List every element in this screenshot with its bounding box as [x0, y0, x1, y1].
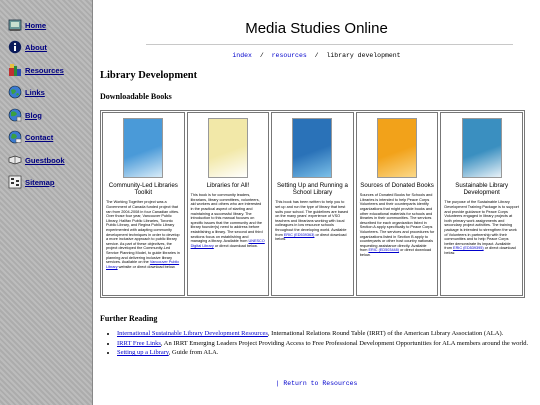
- book-cover-image[interactable]: [461, 118, 502, 178]
- book-cell: Setting Up and Running a School Library T…: [271, 112, 354, 296]
- sidebar-item-label: Guestbook: [25, 155, 65, 165]
- book-description-text: This book is for community leaders, libr…: [190, 193, 263, 244]
- book-source-link[interactable]: ERIC (ED539395): [453, 246, 484, 250]
- further-reading-link[interactable]: Setting up a Library: [117, 349, 169, 356]
- book-title: Setting Up and Running a School Library: [277, 182, 348, 197]
- book-title: Libraries for All!: [206, 182, 250, 189]
- sidebar-item-blog[interactable]: Blog: [8, 106, 42, 124]
- book-description-text: The purpose of the Sustainable Library D…: [444, 200, 519, 251]
- resources-icon: [8, 63, 22, 77]
- book-cover-image[interactable]: [377, 118, 418, 178]
- book-description: Sources of Donated Books for Schools and…: [360, 193, 435, 257]
- book-description: The Working Together project was a Gover…: [106, 200, 181, 269]
- sidebar-item-home[interactable]: Home: [8, 16, 46, 34]
- globe-icon: [8, 85, 22, 99]
- book-description: The purpose of the Sustainable Library D…: [444, 200, 519, 255]
- further-reading-text: , Guide from ALA.: [168, 349, 219, 356]
- book-description-suffix: website or direct download below.: [117, 264, 176, 269]
- sidebar-item-sitemap[interactable]: Sitemap: [8, 173, 55, 191]
- home-icon: [8, 18, 22, 32]
- book-cell: Community-Led Libraries Toolkit The Worki…: [102, 112, 185, 296]
- sidebar-item-label: Resources: [25, 65, 64, 75]
- sidebar-item-contact[interactable]: Contact: [8, 128, 53, 146]
- main-content: Media Studies Online index / resources /…: [93, 0, 540, 405]
- breadcrumb-resources-link[interactable]: resources: [272, 52, 307, 59]
- further-reading-heading: Further Reading: [100, 314, 158, 323]
- sidebar-item-label: Home: [25, 20, 47, 30]
- contact-globe-icon: [8, 130, 22, 144]
- sitemap-icon: [8, 175, 22, 189]
- sidebar-item-links[interactable]: Links: [8, 83, 45, 101]
- book-source-link[interactable]: ERIC (ED503448): [368, 248, 399, 252]
- page-title: Library Development: [100, 70, 198, 81]
- book-cell: Sources of Donated Books Sources of Donat…: [355, 112, 439, 296]
- sidebar-item-label: Blog: [25, 110, 42, 120]
- further-reading-text: , International Relations Round Table (I…: [267, 330, 504, 337]
- book-description: This book has been written to help you t…: [275, 200, 350, 241]
- book-source-link[interactable]: ERIC (ED539363): [284, 233, 315, 237]
- site-title: Media Studies Online: [245, 20, 388, 37]
- book-cell: Sustainable Library Development The purpo…: [440, 112, 523, 296]
- further-reading-item: International Sustainable Library Develo…: [117, 330, 530, 338]
- book-cover-image[interactable]: [292, 118, 333, 178]
- books-table: Community-Led Libraries Toolkit The Worki…: [100, 110, 525, 298]
- book-cell: Libraries for All! This book is for commu…: [186, 112, 270, 296]
- further-reading-list: International Sustainable Library Develo…: [110, 330, 530, 359]
- downloadable-books-heading: Downloadable Books: [100, 92, 172, 101]
- title-divider: [146, 44, 513, 45]
- book-description: This book is for community leaders, libr…: [191, 193, 266, 248]
- further-reading-item: IRRT Free Links, An IRRT Emerging Leader…: [117, 340, 530, 348]
- book-description-text: This book has been written to help you t…: [275, 200, 349, 237]
- blog-globe-icon: [8, 108, 22, 122]
- guestbook-icon: [8, 153, 22, 167]
- breadcrumb: index / resources / library development: [93, 52, 540, 59]
- info-icon: [8, 40, 22, 54]
- sidebar: Home About Resources Links Blog Contact: [0, 0, 93, 405]
- book-title: Community-Led Libraries Toolkit: [108, 182, 178, 197]
- book-description-text: The Working Together project was a Gover…: [106, 200, 180, 265]
- book-description-text: Sources of Donated Books for Schools and…: [359, 193, 435, 253]
- breadcrumb-separator: /: [314, 52, 319, 59]
- book-title: Sustainable Library Development: [455, 182, 509, 197]
- sidebar-item-label: Sitemap: [25, 177, 55, 187]
- book-title: Sources of Donated Books: [360, 182, 434, 189]
- return-to-resources-link[interactable]: | Return to Resources: [276, 380, 358, 387]
- book-cover-image[interactable]: [123, 118, 164, 178]
- breadcrumb-current: library development: [326, 52, 401, 59]
- sidebar-item-label: About: [25, 42, 47, 52]
- sidebar-item-about[interactable]: About: [8, 38, 47, 56]
- sidebar-item-guestbook[interactable]: Guestbook: [8, 151, 65, 169]
- breadcrumb-separator: /: [259, 52, 264, 59]
- further-reading-text: , An IRRT Emerging Leaders Project Provi…: [160, 339, 529, 347]
- further-reading-item: Setting up a Library, Guide from ALA.: [117, 349, 530, 357]
- book-cover-image[interactable]: [207, 118, 248, 178]
- sidebar-item-label: Links: [25, 87, 45, 97]
- further-reading-link[interactable]: International Sustainable Library Develo…: [117, 330, 268, 337]
- sidebar-item-label: Contact: [25, 132, 54, 142]
- sidebar-item-resources[interactable]: Resources: [8, 61, 64, 79]
- breadcrumb-index-link[interactable]: index: [232, 52, 252, 59]
- return-to-resources: | Return to Resources: [93, 380, 540, 387]
- further-reading-link[interactable]: IRRT Free Links: [117, 340, 161, 347]
- book-description-suffix: or direct download below.: [213, 243, 258, 248]
